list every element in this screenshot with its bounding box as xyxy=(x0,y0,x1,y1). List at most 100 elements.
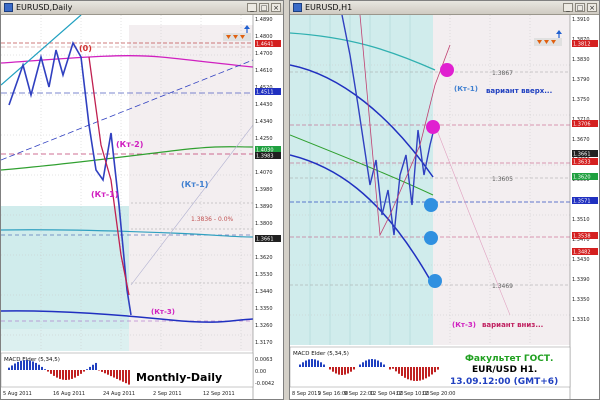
date-tick-label: 12 Sep 2011 xyxy=(203,391,235,397)
macd-bar xyxy=(353,367,355,370)
price-tick-label: 1.3830 xyxy=(572,57,590,63)
title-bar[interactable]: EURUSD,Daily _ □ × xyxy=(1,1,283,15)
title-bar[interactable]: EURUSD,H1 _ □ × xyxy=(290,1,599,15)
maximize-button[interactable]: □ xyxy=(259,3,269,12)
macd-bar xyxy=(62,370,64,380)
caption-date: 13.09.12:00 (GMT+6) xyxy=(450,377,558,387)
date-tick-label: 12 Sep 20:00 xyxy=(422,391,455,397)
macd-bar xyxy=(113,370,115,378)
macd-bar xyxy=(377,360,379,367)
macd-bar xyxy=(434,367,436,373)
target-circle-blue[interactable] xyxy=(424,231,438,245)
macd-bar xyxy=(107,370,109,375)
price-badge-text: 1.3661 xyxy=(573,152,591,158)
macd-bar xyxy=(416,367,418,381)
daily-chart[interactable]: 1.48901.48001.47001.46101.45201.44301.43… xyxy=(1,15,283,399)
macd-bar xyxy=(425,367,427,379)
price-tick-label: 1.3890 xyxy=(255,204,273,210)
macd-bar xyxy=(128,370,130,385)
macd-bar xyxy=(110,370,112,377)
macd-bar xyxy=(350,367,352,372)
close-button[interactable]: × xyxy=(587,3,597,12)
date-tick-label: 2 Sep 2011 xyxy=(153,391,182,397)
macd-bar xyxy=(407,367,409,380)
macd-bar xyxy=(92,364,94,370)
macd-bar xyxy=(311,359,313,367)
macd-bar xyxy=(371,359,373,367)
date-axis-labels: 8 Sep 20119 Sep 16:009 Sep 22:0012 Sep 0… xyxy=(292,391,455,397)
macd-bar xyxy=(77,370,79,376)
price-tick-label: 1.4340 xyxy=(255,119,273,125)
macd-bar xyxy=(431,367,433,375)
target-circle-magenta[interactable] xyxy=(440,63,454,77)
variant-down-label: вариант вниз... xyxy=(482,321,543,329)
price-tick-label: 1.3440 xyxy=(255,289,273,295)
wave-label-kt1-blue: (Кт-1) xyxy=(181,180,208,189)
macd-label: MACD Elder (5,34,5) xyxy=(293,351,349,357)
macd-bar xyxy=(59,370,61,379)
macd-bar xyxy=(392,367,394,369)
macd-bar xyxy=(335,367,337,374)
chart-icon xyxy=(4,3,13,12)
macd-bar xyxy=(74,370,76,378)
h1-chart[interactable]: 1.3867 1.3605 1.3469 (Кт-1) вариант ввер… xyxy=(290,15,599,399)
macd-tick-label: 0.00 xyxy=(255,369,266,375)
macd-bar xyxy=(404,367,406,378)
date-axis-labels: 5 Aug 2011 16 Aug 2011 24 Aug 2011 2 Sep 20… xyxy=(3,391,235,397)
chart-icon xyxy=(293,3,302,12)
macd-bar xyxy=(8,367,10,370)
variant-up-label: вариант вверх... xyxy=(486,87,552,95)
macd-bar xyxy=(68,370,70,380)
macd-bar xyxy=(380,362,382,367)
macd-bar xyxy=(17,361,19,370)
macd-tick-label: 0.0063 xyxy=(255,357,273,363)
macd-bar xyxy=(428,367,430,377)
macd-bar xyxy=(347,367,349,374)
macd-bar xyxy=(419,367,421,381)
macd-bar xyxy=(119,370,121,381)
price-tick-label: 1.4250 xyxy=(255,136,273,142)
price-badge-text: 1.3571 xyxy=(573,199,591,205)
price-tick-label: 1.4610 xyxy=(255,68,273,74)
price-badge-text: 1.3620 xyxy=(573,175,591,181)
macd-bar xyxy=(11,365,13,370)
maximize-button[interactable]: □ xyxy=(575,3,585,12)
macd-bar xyxy=(398,367,400,374)
wave-label-kt2: (Кт-2) xyxy=(116,140,143,149)
minimize-button[interactable]: _ xyxy=(247,3,257,12)
macd-bar xyxy=(365,360,367,367)
price-tick-label: 1.3530 xyxy=(255,272,273,278)
macd-bar xyxy=(23,360,25,370)
price-tick-label: 1.4070 xyxy=(255,170,273,176)
target-circle-magenta[interactable] xyxy=(426,120,440,134)
date-tick-label: 5 Aug 2011 xyxy=(3,391,32,397)
price-badge-text: 1.4511 xyxy=(256,90,274,96)
close-button[interactable]: × xyxy=(271,3,281,12)
macd-bar xyxy=(308,359,310,367)
macd-bar xyxy=(41,366,43,370)
chart-window-h1[interactable]: EURUSD,H1 _ □ × 1.3867 1.3605 1.3469 (Кт… xyxy=(289,0,600,400)
target-circle-blue[interactable] xyxy=(424,198,438,212)
macd-bar xyxy=(86,369,88,370)
macd-bar xyxy=(80,370,82,374)
wave-label-kt3: (Кт-3) xyxy=(452,321,476,329)
macd-bar xyxy=(389,367,391,370)
macd-bar xyxy=(95,362,97,370)
macd-bar xyxy=(362,362,364,367)
macd-bar xyxy=(56,370,58,378)
price-tick-label: 1.3310 xyxy=(572,317,590,323)
price-tick-label: 1.4430 xyxy=(255,102,273,108)
macd-bar xyxy=(29,360,31,370)
macd-bar xyxy=(89,366,91,370)
fib-note: 1.3836 - 0.0% xyxy=(191,216,234,223)
price-tick-label: 1.3910 xyxy=(572,17,590,23)
macd-bar xyxy=(338,367,340,375)
target-circle-blue[interactable] xyxy=(428,274,442,288)
minimize-button[interactable]: _ xyxy=(563,3,573,12)
macd-bar xyxy=(125,370,127,384)
macd-bar xyxy=(344,367,346,375)
macd-bar xyxy=(305,360,307,367)
macd-bar xyxy=(122,370,124,382)
price-badge-text: 1.3706 xyxy=(573,122,591,128)
chart-window-daily[interactable]: EURUSD,Daily _ □ × 1.4890 1.4800 1.4700 … xyxy=(0,0,284,400)
